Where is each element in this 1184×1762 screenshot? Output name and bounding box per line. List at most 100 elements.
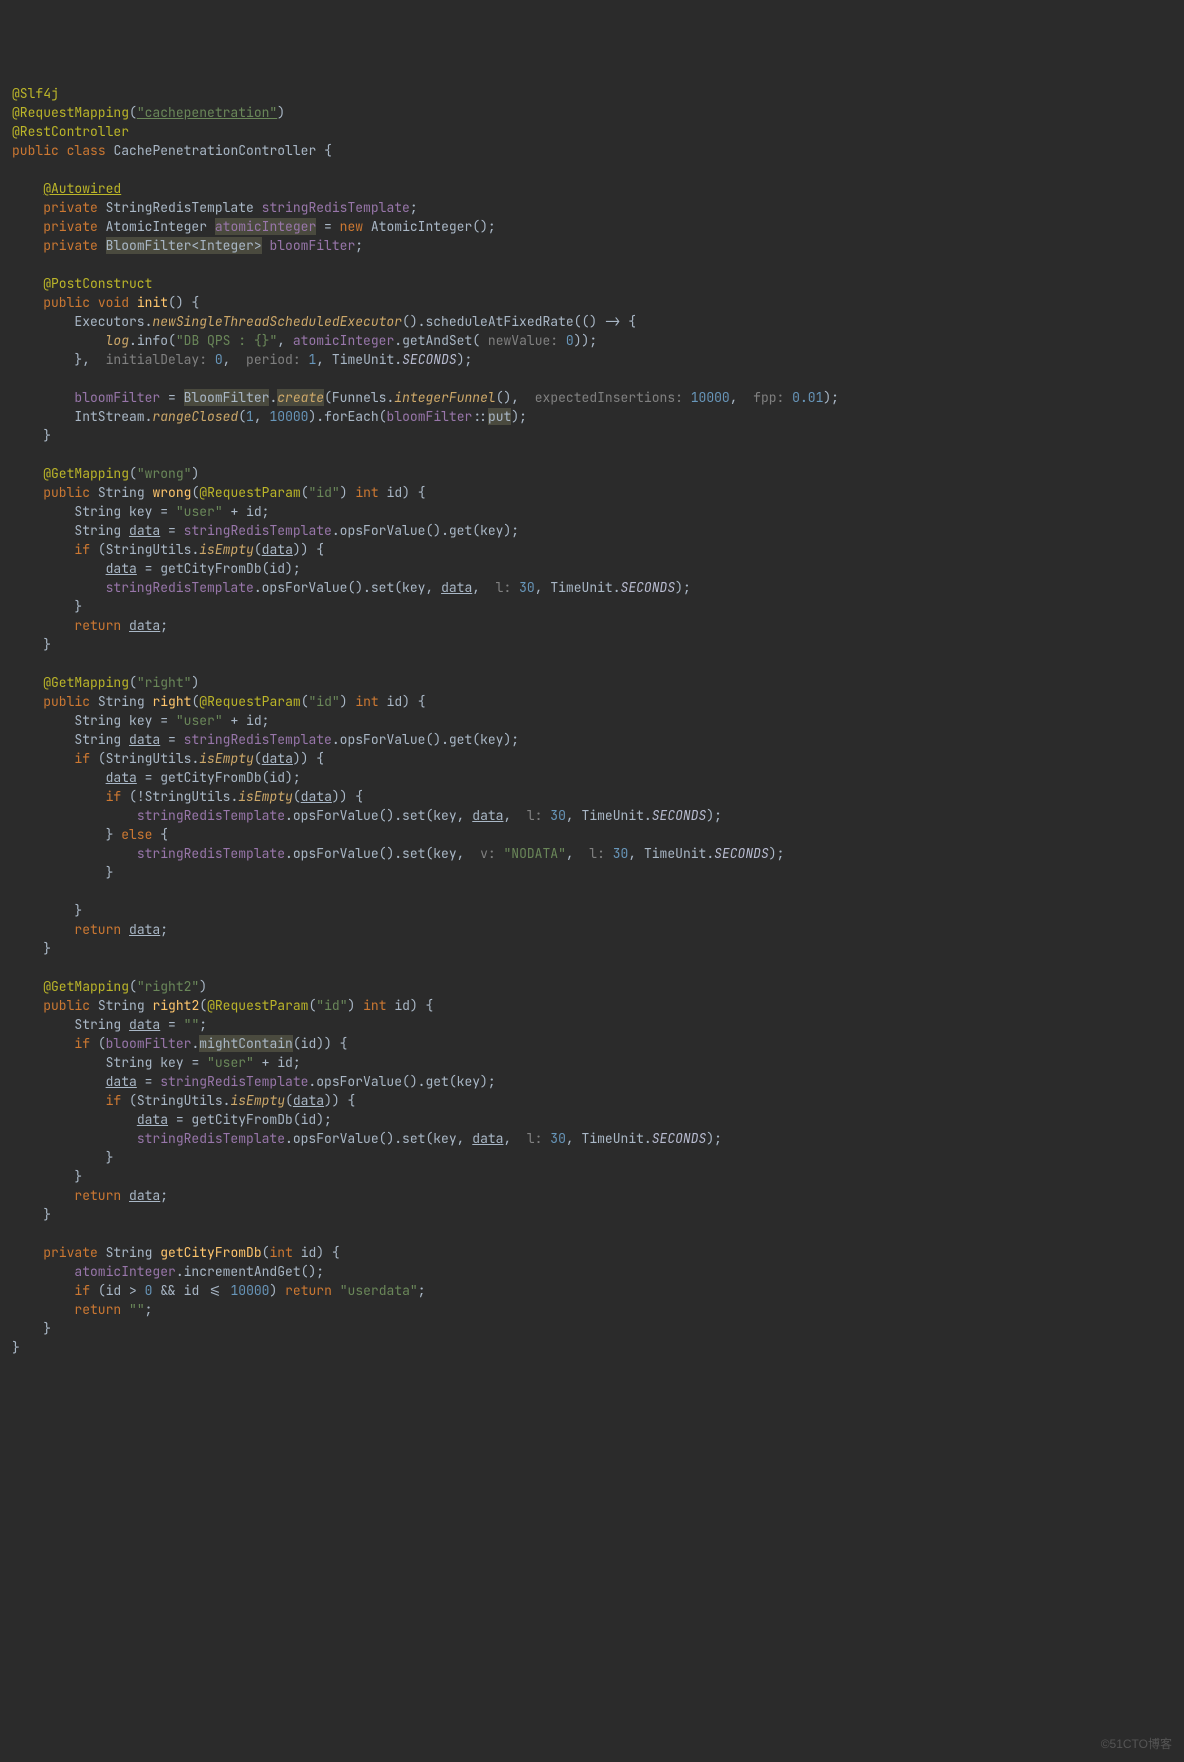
method-ref: put [488,408,511,425]
keyword: new [340,218,363,235]
static-method: rangeClosed [152,408,238,425]
string-literal: "id" [316,997,347,1014]
method-name: wrong [152,484,191,501]
string-literal: "" [129,1301,145,1318]
method-call: opsForValue [293,1130,379,1147]
var: data [472,1130,503,1147]
type: String [98,693,145,710]
method-name: init [137,294,168,311]
param: id [387,484,403,501]
keyword: return [74,617,121,634]
field: stringRedisTemplate [262,199,410,216]
param-hint: v: [480,845,496,862]
var: data [137,1111,168,1128]
param: id [387,693,403,710]
type: TimeUnit [550,579,612,596]
type: String [98,997,145,1014]
annotation: @RequestParam [207,997,308,1014]
keyword: if [74,1282,90,1299]
keyword: void [98,294,129,311]
keyword: if [74,1035,90,1052]
string-literal: "cachepenetration" [137,104,277,121]
number: 10000 [691,389,730,406]
field: stringRedisTemplate [184,522,332,539]
number: 30 [550,807,566,824]
method-call: scheduleAtFixedRate [425,313,573,330]
keyword: class [67,142,106,159]
var: data [262,541,293,558]
type: String [106,1244,153,1261]
method-call: get [449,731,472,748]
type: Funnels [332,389,387,406]
param-hint: fpp: [753,389,784,406]
annotation: @Autowired [43,180,121,197]
keyword: public [43,693,90,710]
static-method: newSingleThreadScheduledExecutor [152,313,402,330]
field: atomicInteger [215,218,316,235]
type: StringRedisTemplate [106,199,254,216]
param: id [394,997,410,1014]
var: data [129,1016,160,1033]
keyword: int [355,484,378,501]
method-call: set [371,579,394,596]
keyword: private [43,199,98,216]
type: StringUtils [137,1092,223,1109]
keyword: return [74,1301,121,1318]
field: stringRedisTemplate [137,807,285,824]
type: String [74,503,121,520]
field: stringRedisTemplate [184,731,332,748]
field: bloomFilter [74,389,160,406]
param-hint: newValue: [488,332,558,349]
type: String [74,731,121,748]
keyword: return [74,921,121,938]
annotation: @RequestParam [199,693,300,710]
type: String [74,1016,121,1033]
number: 30 [519,579,535,596]
static-method: isEmpty [199,541,254,558]
code-editor[interactable]: @Slf4j @RequestMapping("cachepenetration… [12,84,1172,1357]
keyword: if [74,750,90,767]
string-literal: "right" [137,674,192,691]
type: TimeUnit [332,351,394,368]
var: data [129,921,160,938]
type: AtomicInteger [106,218,207,235]
var: data [129,1187,160,1204]
var: key [129,503,152,520]
var: data [129,617,160,634]
field: log [106,332,129,349]
keyword: int [363,997,386,1014]
param-hint: l: [527,1130,543,1147]
field: atomicInteger [74,1263,175,1280]
param-hint: initialDelay: [106,351,207,368]
string-literal: "wrong" [137,465,192,482]
enum-constant: SECONDS [652,807,707,824]
string-literal: "user" [207,1054,254,1071]
type: StringUtils [106,750,192,767]
enum-constant: SECONDS [621,579,676,596]
method-call: opsForValue [340,522,426,539]
field: stringRedisTemplate [137,1130,285,1147]
field: bloomFilter [106,1035,192,1052]
keyword: int [355,693,378,710]
keyword: else [121,826,152,843]
field: stringRedisTemplate [160,1073,308,1090]
var: key [129,712,152,729]
string-literal: "" [184,1016,200,1033]
enum-constant: SECONDS [714,845,769,862]
number: 10000 [230,1282,269,1299]
string-literal: "id" [309,693,340,710]
method-call: getCityFromDb [191,1111,292,1128]
type: StringUtils [106,541,192,558]
keyword: private [43,237,98,254]
method-call: incrementAndGet [184,1263,301,1280]
annotation: @GetMapping [43,465,129,482]
method-call: opsForValue [262,579,348,596]
field: bloomFilter [387,408,473,425]
class-name: CachePenetrationController [113,142,316,159]
method-name: right [152,693,191,710]
cond: id > [106,1282,145,1299]
method-call: set [402,845,425,862]
number: 30 [550,1130,566,1147]
method-call: mightContain [199,1035,293,1052]
var: data [441,579,472,596]
